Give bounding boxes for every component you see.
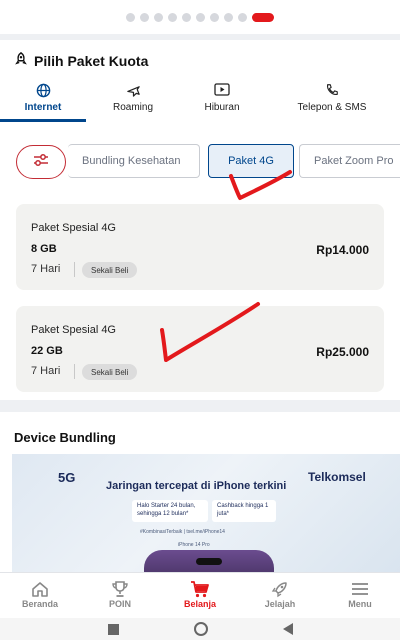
nav-label: Belanja xyxy=(183,599,216,609)
device-bundling-section: Device Bundling 5G Jaringan tercepat di … xyxy=(0,412,400,578)
carousel-dot[interactable] xyxy=(182,12,191,22)
rocket-icon xyxy=(14,52,28,69)
tab-label: Telepon & SMS xyxy=(297,102,367,113)
carousel-dot[interactable] xyxy=(154,12,163,22)
banner-model: iPhone 14 Pro xyxy=(178,542,210,548)
recent-apps-icon[interactable] xyxy=(107,623,119,635)
package-quota: 22 GB xyxy=(31,345,63,357)
banner-offer: Halo Starter 24 bulan, sehingga 12 bulan… xyxy=(132,500,208,522)
menu-icon xyxy=(351,579,369,599)
nav-menu[interactable]: Menu xyxy=(320,573,400,618)
chip-paket-zoom-pro[interactable]: Paket Zoom Pro xyxy=(299,144,400,178)
divider xyxy=(74,262,75,277)
play-icon xyxy=(214,82,230,98)
package-category-card: Pilih Paket Kuota Internet Roaming Hibur… xyxy=(0,40,400,122)
tab-label: Roaming xyxy=(112,102,154,113)
tab-label: Hiburan xyxy=(204,102,240,113)
sliders-icon xyxy=(32,152,50,173)
carousel-dot[interactable] xyxy=(168,12,177,22)
nav-belanja[interactable]: Belanja xyxy=(160,573,240,618)
tab-roaming[interactable]: Roaming xyxy=(86,82,180,122)
trophy-icon xyxy=(111,579,129,599)
carousel-dot[interactable] xyxy=(210,12,219,22)
tab-label: Internet xyxy=(24,102,62,113)
section-title: Pilih Paket Kuota xyxy=(14,52,148,69)
package-duration: 7 Hari xyxy=(31,263,61,275)
banner-headline: Jaringan tercepat di iPhone terkini xyxy=(106,480,287,492)
nav-label: Menu xyxy=(348,599,372,609)
back-icon[interactable] xyxy=(282,623,293,635)
chip-label: Paket Zoom Pro xyxy=(314,155,394,167)
carousel-dot[interactable] xyxy=(140,12,149,22)
tab-telepon-sms[interactable]: Telepon & SMS xyxy=(264,82,400,122)
chip-paket-4g[interactable]: Paket 4G xyxy=(208,144,294,178)
carousel-dot[interactable] xyxy=(238,12,247,22)
carousel-dot[interactable] xyxy=(126,12,135,22)
package-card[interactable]: Paket Spesial 4G 22 GB Rp25.000 7 Hari S… xyxy=(16,306,384,392)
banner-brand: Telkomsel xyxy=(308,470,366,484)
cart-icon xyxy=(190,579,210,599)
chip-label: Paket 4G xyxy=(228,155,274,167)
nav-label: Jelajah xyxy=(264,599,296,609)
carousel-dot[interactable] xyxy=(224,12,233,22)
chip-label: Bundling Kesehatan xyxy=(82,155,181,167)
device-bundling-title: Device Bundling xyxy=(14,430,116,445)
nav-label: Beranda xyxy=(21,599,58,609)
package-badge: Sekali Beli xyxy=(82,364,138,380)
home-icon xyxy=(31,579,49,599)
banner-offer: Cashback hingga 1 juta* xyxy=(212,500,276,522)
banner-5g-label: 5G xyxy=(58,470,76,485)
tab-hiburan[interactable]: Hiburan xyxy=(180,82,264,122)
rocket-icon xyxy=(271,579,289,599)
section-title-text: Pilih Paket Kuota xyxy=(34,52,149,69)
package-duration: 7 Hari xyxy=(31,365,61,377)
banner-hashtag: #KombinasiTerbaik | tsel.me/iPhone14 xyxy=(140,529,225,535)
plane-icon xyxy=(126,82,141,98)
home-circle-icon[interactable] xyxy=(193,622,208,636)
package-name: Paket Spesial 4G xyxy=(31,324,116,336)
package-price: Rp14.000 xyxy=(316,243,369,257)
package-card[interactable]: Paket Spesial 4G 8 GB Rp14.000 7 Hari Se… xyxy=(16,204,384,290)
carousel-dot[interactable] xyxy=(196,12,205,22)
carousel-dot-active[interactable] xyxy=(252,12,274,22)
carousel-dots xyxy=(0,0,400,34)
chip-bundling-kesehatan[interactable]: Bundling Kesehatan xyxy=(68,144,200,178)
system-nav-bar xyxy=(0,618,400,640)
nav-beranda[interactable]: Beranda xyxy=(0,573,80,618)
tab-internet[interactable]: Internet xyxy=(0,82,86,122)
divider xyxy=(74,364,75,379)
device-bundling-banner[interactable]: 5G Jaringan tercepat di iPhone terkini T… xyxy=(12,454,400,578)
filter-chips: Bundling Kesehatan Paket 4G Paket Zoom P… xyxy=(16,144,400,179)
filter-button[interactable] xyxy=(16,145,66,179)
nav-jelajah[interactable]: Jelajah xyxy=(240,573,320,618)
category-tabs: Internet Roaming Hiburan Telepon & SMS xyxy=(0,82,400,122)
globe-icon xyxy=(36,82,51,98)
package-price: Rp25.000 xyxy=(316,345,369,359)
phone-icon xyxy=(325,82,339,98)
package-quota: 8 GB xyxy=(31,243,57,255)
package-name: Paket Spesial 4G xyxy=(31,222,116,234)
nav-label: POIN xyxy=(108,599,131,609)
nav-poin[interactable]: POIN xyxy=(80,573,160,618)
bottom-nav: Beranda POIN Belanja Jelajah Menu xyxy=(0,572,400,618)
package-list-section: Bundling Kesehatan Paket 4G Paket Zoom P… xyxy=(0,122,400,400)
package-badge: Sekali Beli xyxy=(82,262,138,278)
